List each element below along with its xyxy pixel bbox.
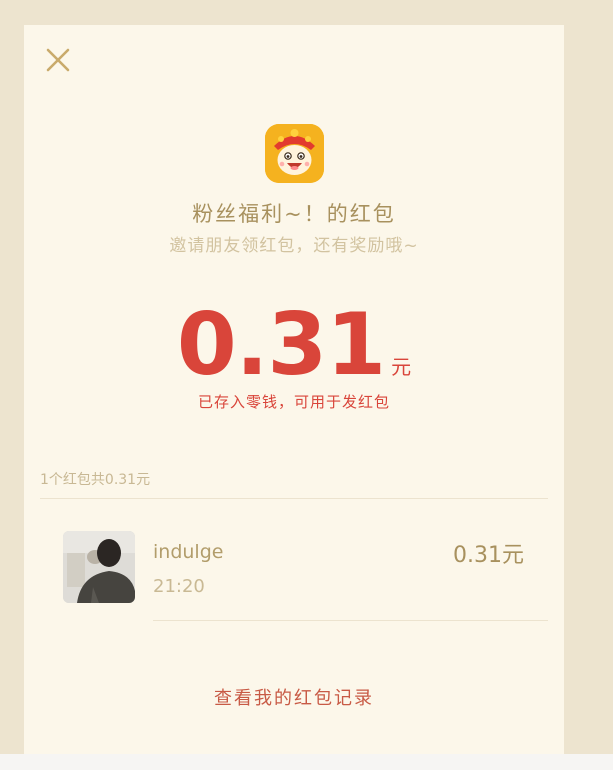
received-time: 21:20 — [153, 576, 205, 597]
avatar — [63, 531, 135, 603]
packet-subtitle: 邀请朋友领红包，还有奖励哦~ — [169, 236, 419, 256]
mascot-app-icon — [265, 124, 324, 183]
bottom-edge — [0, 754, 613, 770]
sender-name: indulge — [153, 541, 224, 563]
received-amount: 0.31 元 — [24, 295, 564, 395]
deposit-note: 已存入零钱，可用于发红包 — [197, 393, 390, 411]
packet-title: 粉丝福利~！的红包 — [192, 202, 396, 226]
close-icon — [46, 48, 70, 72]
summary-divider — [40, 498, 548, 499]
record-divider — [153, 620, 548, 621]
red-packet-detail-panel: 粉丝福利~！的红包 邀请朋友领红包，还有奖励哦~ 0.31 元 已存入零钱，可用于… — [24, 25, 564, 754]
view-my-records-link[interactable]: 查看我的红包记录 — [24, 684, 564, 710]
amount-unit: 元 — [391, 355, 412, 379]
close-button[interactable] — [42, 44, 74, 76]
packet-summary: 1个红包共0.31元 — [40, 472, 151, 488]
amount-value: 0.31 — [176, 295, 386, 395]
record-amount: 0.31元 — [453, 543, 524, 568]
